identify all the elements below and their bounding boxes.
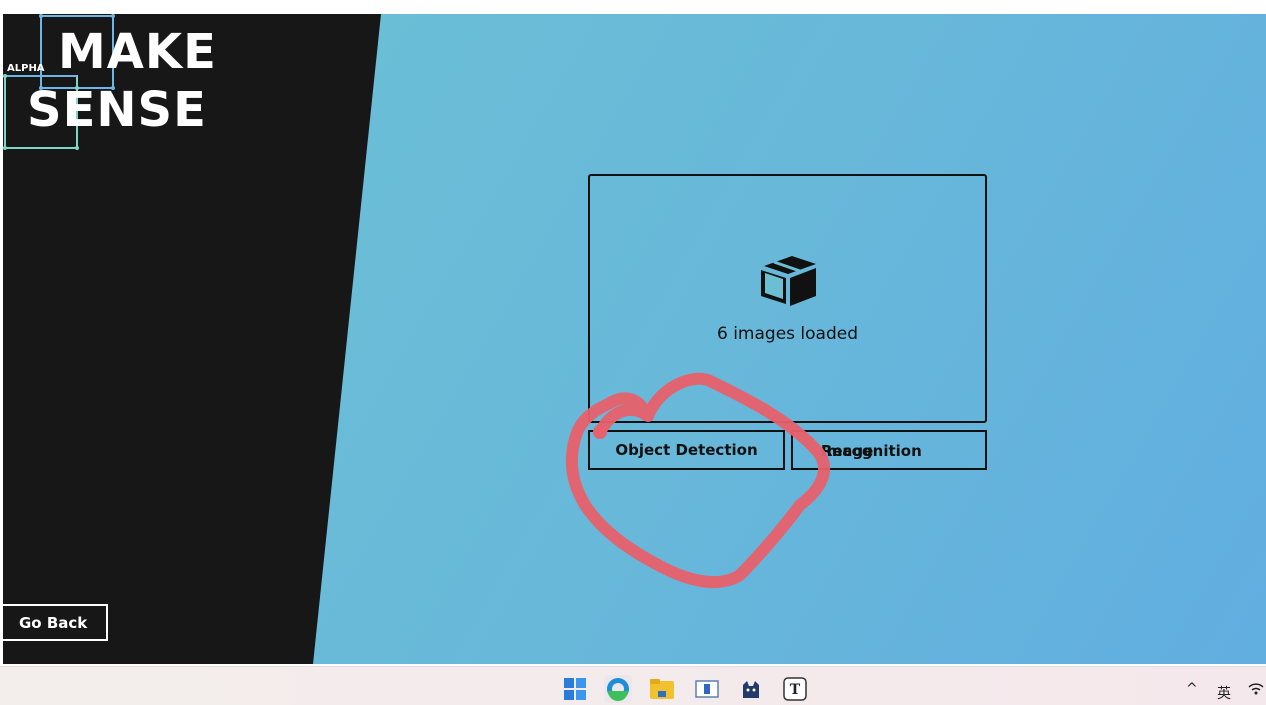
tray-chevron-icon[interactable]: ^ [1186, 681, 1198, 697]
logo-word-make: MAKE [58, 24, 217, 80]
go-back-button[interactable]: Go Back [3, 604, 108, 641]
cat-app-icon[interactable] [737, 675, 765, 703]
windows-taskbar: T ^ 英 [0, 666, 1266, 705]
images-loaded-status: 6 images loaded [716, 324, 858, 344]
logo-word-sense: SENSE [27, 82, 207, 138]
edge-browser-icon[interactable] [604, 675, 632, 703]
alpha-badge: ALPHA [7, 63, 45, 74]
typora-icon[interactable]: T [781, 675, 809, 703]
make-sense-app: ALPHA MAKE SENSE Go Back 6 images loaded… [3, 14, 1266, 664]
file-explorer-icon[interactable] [648, 675, 676, 703]
wifi-icon[interactable] [1248, 681, 1264, 701]
image-recognition-button[interactable]: Image Recognition [791, 430, 987, 470]
make-sense-logo: ALPHA MAKE SENSE [3, 14, 216, 154]
box-icon [760, 256, 816, 306]
ime-indicator[interactable]: 英 [1217, 683, 1231, 703]
windows-start-icon[interactable] [561, 675, 589, 703]
svg-text:T: T [790, 682, 801, 698]
object-detection-button[interactable]: Object Detection [588, 430, 785, 470]
object-detection-label: Object Detection [615, 441, 758, 459]
app-window-icon[interactable] [693, 675, 721, 703]
image-recognition-label-recognition: Recognition [821, 442, 922, 460]
image-dropzone[interactable]: 6 images loaded [588, 174, 987, 423]
